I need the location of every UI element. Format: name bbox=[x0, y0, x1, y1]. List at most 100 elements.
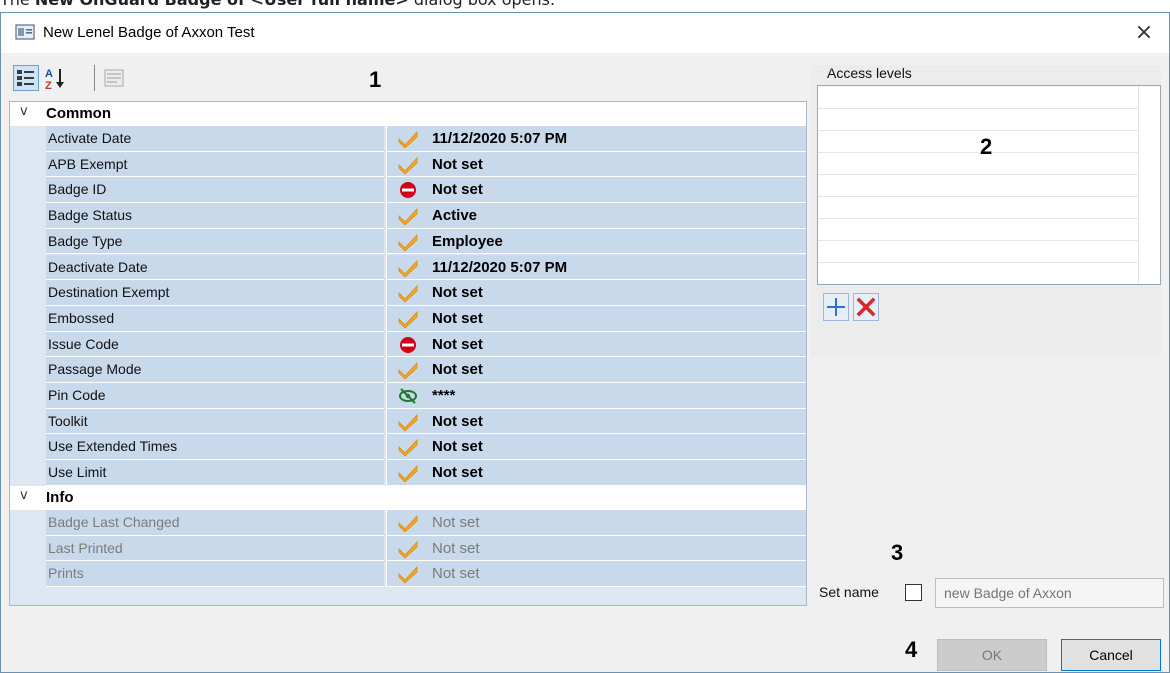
property-name: Embossed bbox=[46, 305, 384, 332]
property-row-badge-type[interactable]: Badge Type Employee bbox=[10, 228, 806, 255]
check-icon bbox=[398, 233, 418, 252]
categorized-icon[interactable] bbox=[13, 65, 39, 91]
property-row-last-printed[interactable]: Last Printed Not set bbox=[10, 535, 806, 562]
property-row-badge-last-changed[interactable]: Badge Last Changed Not set bbox=[10, 510, 806, 536]
row-gutter bbox=[10, 254, 40, 281]
check-icon bbox=[398, 540, 418, 559]
property-value[interactable]: Not set bbox=[386, 305, 806, 332]
plus-icon[interactable] bbox=[823, 293, 849, 321]
property-row-pin-code[interactable]: Pin Code **** bbox=[10, 383, 806, 409]
property-value[interactable]: 11/12/2020 5:07 PM bbox=[386, 126, 806, 152]
alphabetical-sort-icon[interactable]: A Z bbox=[43, 65, 69, 91]
set-name-row: Set name bbox=[819, 578, 1164, 608]
property-name: Pin Code bbox=[46, 383, 384, 409]
grid-toolbar: A Z 1 bbox=[9, 61, 381, 95]
no-entry-icon bbox=[400, 336, 416, 353]
property-row-use-limit[interactable]: Use Limit Not set bbox=[10, 460, 806, 486]
row-gutter bbox=[10, 228, 40, 255]
property-value-text: Not set bbox=[432, 438, 483, 456]
svg-text:A: A bbox=[45, 68, 53, 80]
svg-text:Z: Z bbox=[45, 80, 52, 91]
property-value[interactable]: Not set bbox=[386, 408, 806, 435]
row-gutter bbox=[10, 151, 40, 178]
property-value[interactable]: Not set bbox=[386, 434, 806, 461]
check-icon bbox=[398, 310, 418, 329]
property-name: Passage Mode bbox=[46, 357, 384, 383]
list-gridline bbox=[818, 130, 1138, 131]
property-value[interactable]: Not set bbox=[386, 331, 806, 358]
property-row-issue-code[interactable]: Issue Code Not set bbox=[10, 331, 806, 358]
property-value-text: Not set bbox=[432, 284, 483, 302]
property-row-activate-date[interactable]: Activate Date 11/12/2020 5:07 PM bbox=[10, 126, 806, 152]
list-gridline bbox=[818, 152, 1138, 153]
property-name: Use Limit bbox=[46, 460, 384, 486]
access-levels-list[interactable]: 2 bbox=[817, 85, 1161, 285]
property-value[interactable]: Not set bbox=[386, 510, 806, 536]
check-icon bbox=[398, 514, 418, 533]
chevron-down-icon[interactable]: v bbox=[20, 104, 28, 119]
property-name: Deactivate Date bbox=[46, 254, 384, 281]
property-row-apb-exempt[interactable]: APB Exempt Not set bbox=[10, 151, 806, 178]
row-gutter bbox=[10, 331, 40, 358]
property-value-text: Not set bbox=[432, 181, 483, 199]
instruction-caption: The New OnGuard Badge of <User full name… bbox=[0, 0, 1170, 10]
property-pages-icon[interactable] bbox=[101, 65, 127, 91]
property-value[interactable]: Not set bbox=[386, 151, 806, 178]
row-gutter bbox=[10, 177, 40, 204]
set-name-checkbox[interactable] bbox=[905, 584, 922, 601]
property-row-use-extended-times[interactable]: Use Extended Times Not set bbox=[10, 434, 806, 461]
set-name-label: Set name bbox=[819, 584, 879, 600]
property-value[interactable]: Not set bbox=[386, 561, 806, 588]
row-gutter bbox=[10, 280, 40, 306]
property-row-deactivate-date[interactable]: Deactivate Date 11/12/2020 5:07 PM bbox=[10, 254, 806, 281]
property-row-toolkit[interactable]: Toolkit Not set bbox=[10, 408, 806, 435]
list-gridline bbox=[818, 262, 1138, 263]
chevron-down-icon[interactable]: v bbox=[20, 488, 28, 503]
check-icon bbox=[398, 362, 418, 380]
property-value[interactable]: Not set bbox=[386, 177, 806, 204]
property-value[interactable]: Not set bbox=[386, 460, 806, 486]
set-name-input[interactable] bbox=[935, 578, 1164, 608]
row-gutter bbox=[10, 510, 40, 536]
row-gutter bbox=[10, 460, 40, 486]
ok-button[interactable]: OK bbox=[937, 639, 1047, 671]
property-name: Badge Last Changed bbox=[46, 510, 384, 536]
property-value[interactable]: Not set bbox=[386, 357, 806, 383]
property-value[interactable]: 11/12/2020 5:07 PM bbox=[386, 254, 806, 281]
property-value-text: **** bbox=[432, 387, 456, 404]
check-icon bbox=[398, 413, 418, 432]
property-name: Use Extended Times bbox=[46, 434, 384, 461]
x-icon[interactable] bbox=[853, 293, 879, 321]
property-row-badge-status[interactable]: Badge Status Active bbox=[10, 203, 806, 229]
property-row-passage-mode[interactable]: Passage Mode Not set bbox=[10, 357, 806, 383]
property-row-embossed[interactable]: Embossed Not set bbox=[10, 305, 806, 332]
property-value[interactable]: **** bbox=[386, 383, 806, 409]
dialog-title: New Lenel Badge of Axxon Test bbox=[43, 24, 255, 41]
property-name: Badge Status bbox=[46, 203, 384, 229]
property-value[interactable]: Not set bbox=[386, 535, 806, 562]
category-info[interactable]: v Info bbox=[10, 486, 806, 510]
property-value[interactable]: Employee bbox=[386, 228, 806, 255]
property-row-destination-exempt[interactable]: Destination Exempt Not set bbox=[10, 280, 806, 306]
close-button[interactable]: × bbox=[1129, 19, 1159, 47]
row-gutter bbox=[10, 535, 40, 562]
property-row-badge-id[interactable]: Badge ID Not set bbox=[10, 177, 806, 204]
check-icon bbox=[398, 465, 418, 483]
row-gutter bbox=[10, 357, 40, 383]
property-value[interactable]: Active bbox=[386, 203, 806, 229]
property-name: Activate Date bbox=[46, 126, 384, 152]
callout-3: 3 bbox=[891, 540, 904, 565]
badge-window-icon bbox=[15, 24, 35, 40]
title-bar: New Lenel Badge of Axxon Test × bbox=[1, 13, 1169, 53]
property-value[interactable]: Not set bbox=[386, 280, 806, 306]
no-entry-icon bbox=[400, 182, 416, 199]
property-row-prints[interactable]: Prints Not set bbox=[10, 561, 806, 588]
property-value-text: Not set bbox=[432, 335, 483, 353]
badge-dialog: New Lenel Badge of Axxon Test × A Z 1 v … bbox=[0, 12, 1170, 673]
property-value-text: Not set bbox=[432, 539, 480, 557]
cancel-button[interactable]: Cancel bbox=[1061, 639, 1161, 671]
callout-2: 2 bbox=[980, 134, 993, 159]
category-common[interactable]: v Common bbox=[10, 102, 806, 126]
property-name: Last Printed bbox=[46, 535, 384, 562]
list-gridline bbox=[818, 218, 1138, 219]
